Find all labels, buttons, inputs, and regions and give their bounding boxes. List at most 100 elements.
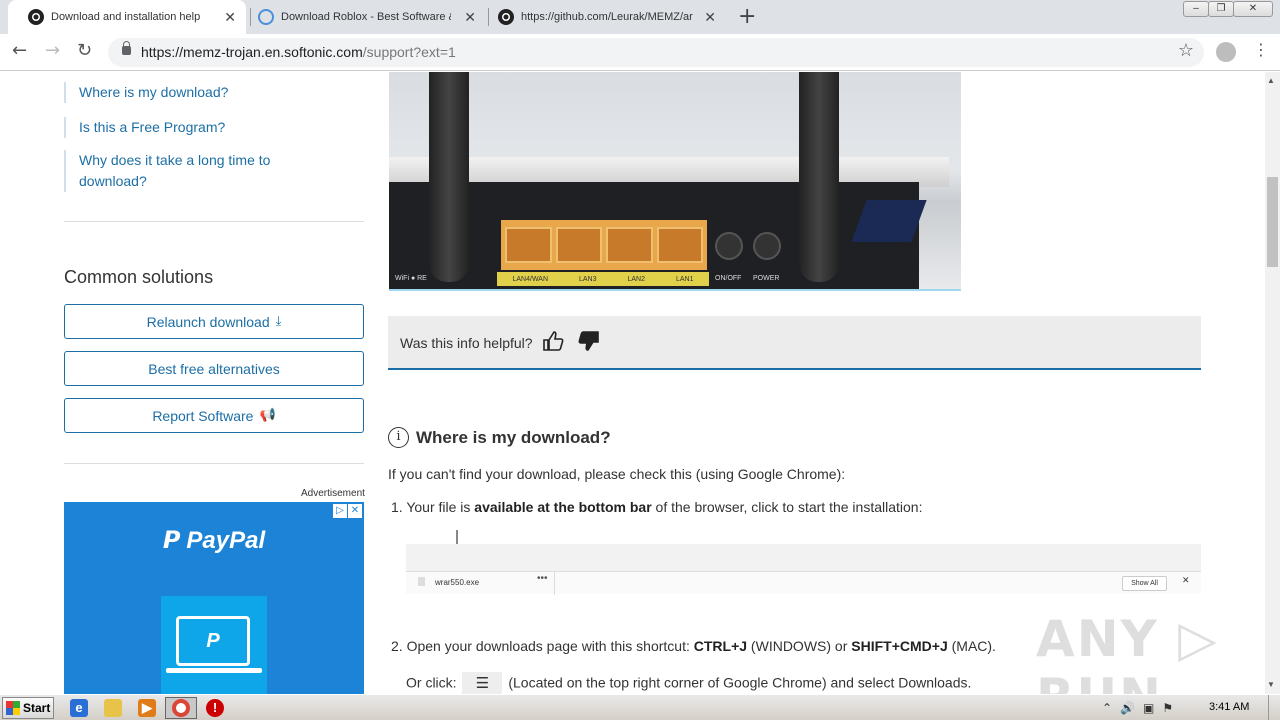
power-label: POWER — [753, 275, 780, 282]
action-center-flag-icon[interactable]: ⚑ — [1162, 701, 1173, 715]
windows-logo-icon — [6, 701, 20, 715]
download-icon: ⤓ — [275, 314, 282, 329]
scroll-down-arrow-icon[interactable]: ▼ — [1267, 680, 1275, 689]
ethernet-port — [505, 227, 552, 263]
adchoices-icon: ▷ — [333, 504, 347, 518]
thumbs-down-icon[interactable] — [578, 330, 600, 358]
faq-link-long-time[interactable]: Why does it take a long time to download… — [64, 150, 284, 192]
github-icon — [28, 9, 44, 25]
tab-title: https://github.com/Leurak/MEMZ/ar — [521, 11, 693, 23]
relaunch-download-button[interactable]: Relaunch download ⤓ — [64, 304, 364, 339]
tab-close-icon[interactable]: ✕ — [704, 9, 716, 26]
windows-taskbar: Start e ▶ ! ⌃ 🔊 ▣ ⚑ 3:41 AM — [0, 694, 1280, 720]
tab-title: Download and installation help — [51, 11, 201, 23]
divider — [64, 221, 364, 222]
best-free-alternatives-button[interactable]: Best free alternatives — [64, 351, 364, 386]
system-tray: ⌃ 🔊 ▣ ⚑ — [1102, 695, 1173, 720]
ad-close-icon[interactable]: ✕ — [348, 504, 362, 518]
tab-close-icon[interactable]: ✕ — [224, 9, 236, 26]
info-icon: i — [388, 427, 409, 448]
scrollbar-thumb[interactable] — [1267, 177, 1278, 267]
step-2: 2. Open your downloads page with this sh… — [391, 638, 996, 654]
file-icon — [418, 577, 425, 586]
paypal-p-icon: 𝙋 — [162, 527, 181, 554]
router-photo: LAN4/WAN LAN3 LAN2 LAN1 WiFi ● RE ON/OFF… — [389, 72, 961, 289]
common-solutions-heading: Common solutions — [64, 267, 214, 287]
profile-avatar-icon[interactable] — [1216, 42, 1236, 62]
reload-icon[interactable]: ↻ — [77, 40, 92, 61]
ethernet-port — [606, 227, 653, 263]
chrome-menu-chip-icon: ☰ — [462, 672, 503, 694]
tab-title: Download Roblox - Best Software & — [281, 11, 451, 23]
start-button[interactable]: Start — [2, 697, 54, 719]
laptop-screen-icon: P — [176, 616, 250, 666]
laptop-base — [166, 668, 262, 673]
volume-icon[interactable]: 🔊 — [1120, 701, 1135, 715]
megaphone-icon: 📢 — [259, 408, 276, 423]
new-tab-button[interactable]: + — [738, 4, 756, 29]
chrome-menu-icon[interactable]: ⋮ — [1253, 40, 1269, 59]
forward-arrow-icon[interactable]: → — [45, 40, 60, 61]
github-icon — [498, 9, 514, 25]
softonic-icon — [258, 9, 274, 25]
taskbar-clock[interactable]: 3:41 AM — [1209, 701, 1249, 713]
ethernet-port — [555, 227, 602, 263]
tab-close-icon[interactable]: ✕ — [464, 9, 476, 26]
power-knob — [753, 232, 781, 260]
antenna-right — [799, 72, 839, 282]
antenna-left — [429, 72, 469, 282]
close-window-button[interactable]: ✕ — [1233, 1, 1273, 17]
anyrun-watermark: ANY ▷ RUN — [1036, 610, 1219, 694]
shelf-divider — [554, 572, 555, 595]
chrome-icon — [172, 699, 190, 717]
scroll-up-arrow-icon[interactable]: ▲ — [1267, 76, 1275, 85]
paypal-advertisement[interactable]: ▷ ✕ 𝙋 PayPal P — [64, 502, 364, 694]
feedback-box: Was this info helpful? — [388, 316, 1201, 370]
tray-expand-icon[interactable]: ⌃ — [1102, 701, 1112, 715]
tab-download-roblox[interactable]: Download Roblox - Best Software & ✕ — [238, 0, 486, 34]
minimize-button[interactable]: – — [1183, 1, 1209, 17]
step-1: 1. Your file is available at the bottom … — [391, 499, 923, 515]
show-all-button: Show All — [1122, 576, 1167, 591]
ethernet-port — [656, 227, 703, 263]
internet-explorer-icon[interactable]: e — [70, 699, 88, 717]
lock-icon — [122, 41, 131, 55]
opera-icon[interactable]: ! — [206, 699, 224, 717]
thumbs-up-icon[interactable] — [542, 330, 564, 358]
shelf-close-icon: ✕ — [1182, 575, 1190, 585]
port-labels: LAN4/WAN LAN3 LAN2 LAN1 — [497, 272, 709, 286]
url-text[interactable]: https://memz-trojan.en.softonic.com/supp… — [141, 44, 456, 60]
wifi-label: WiFi ● RE — [395, 275, 427, 282]
image-underline — [389, 289, 961, 291]
divider — [64, 463, 364, 464]
feedback-question: Was this info helpful? — [400, 335, 533, 351]
laptop-illustration: P — [161, 596, 267, 694]
paypal-logo: 𝙋 PayPal — [162, 527, 266, 554]
bookmark-star-icon[interactable]: ☆ — [1178, 40, 1194, 61]
faq-link-where[interactable]: Where is my download? — [64, 82, 294, 103]
show-desktop-button[interactable] — [1268, 695, 1280, 720]
faq-link-free[interactable]: Is this a Free Program? — [64, 117, 294, 138]
page-viewport: Where is my download? Is this a Free Pro… — [0, 72, 1265, 694]
address-bar[interactable]: https://memz-trojan.en.softonic.com/supp… — [108, 38, 1204, 67]
where-download-heading: Where is my download? — [416, 428, 611, 447]
tab-download-help[interactable]: Download and installation help ✕ — [8, 0, 246, 34]
page-scrollbar[interactable] — [1265, 72, 1280, 694]
advertisement-label: Advertisement — [301, 488, 365, 499]
ethernet-ports — [501, 220, 707, 270]
onoff-knob — [715, 232, 743, 260]
download-options-icon: ••• — [537, 573, 548, 584]
media-player-icon[interactable]: ▶ — [138, 699, 156, 717]
tab-github-memz[interactable]: https://github.com/Leurak/MEMZ/ar ✕ — [478, 0, 726, 34]
back-arrow-icon[interactable]: ← — [12, 40, 27, 61]
chrome-download-bar-illustration: wrar550.exe ••• Show All ✕ — [406, 544, 1201, 595]
download-filename: wrar550.exe — [435, 578, 480, 587]
file-explorer-icon[interactable] — [104, 699, 122, 717]
network-icon[interactable]: ▣ — [1143, 701, 1154, 715]
report-software-button[interactable]: Report Software 📢 — [64, 398, 364, 433]
browser-tab-strip: Download and installation help ✕ Downloa… — [0, 0, 1280, 34]
adchoices-badge[interactable]: ▷ ✕ — [333, 504, 362, 518]
restore-button[interactable]: ❐ — [1208, 1, 1234, 17]
onoff-label: ON/OFF — [715, 275, 742, 282]
intro-paragraph: If you can't find your download, please … — [388, 466, 846, 482]
